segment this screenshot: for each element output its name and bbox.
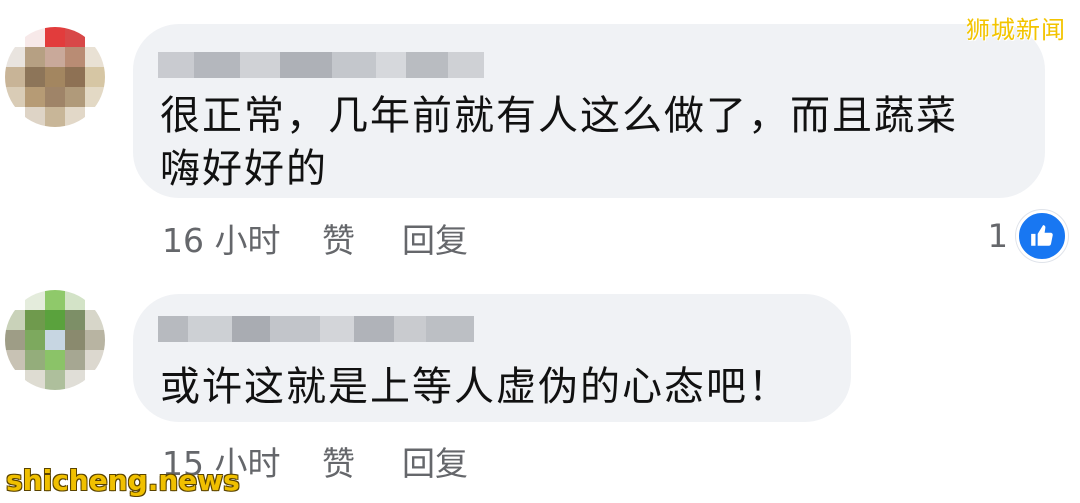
comment-2: 或许这就是上等人虚伪的心态吧！ 15 小时 赞 回复	[0, 0, 1080, 503]
avatar[interactable]	[5, 290, 105, 390]
watermark-top: 狮城新闻	[966, 16, 1066, 44]
blurred-author-name[interactable]	[158, 316, 474, 342]
like-button[interactable]: 赞	[322, 437, 402, 485]
watermark-bottom: shicheng.news	[6, 464, 240, 497]
reply-button[interactable]: 回复	[402, 437, 468, 485]
comment-text: 或许这就是上等人虚伪的心态吧！	[160, 364, 790, 410]
